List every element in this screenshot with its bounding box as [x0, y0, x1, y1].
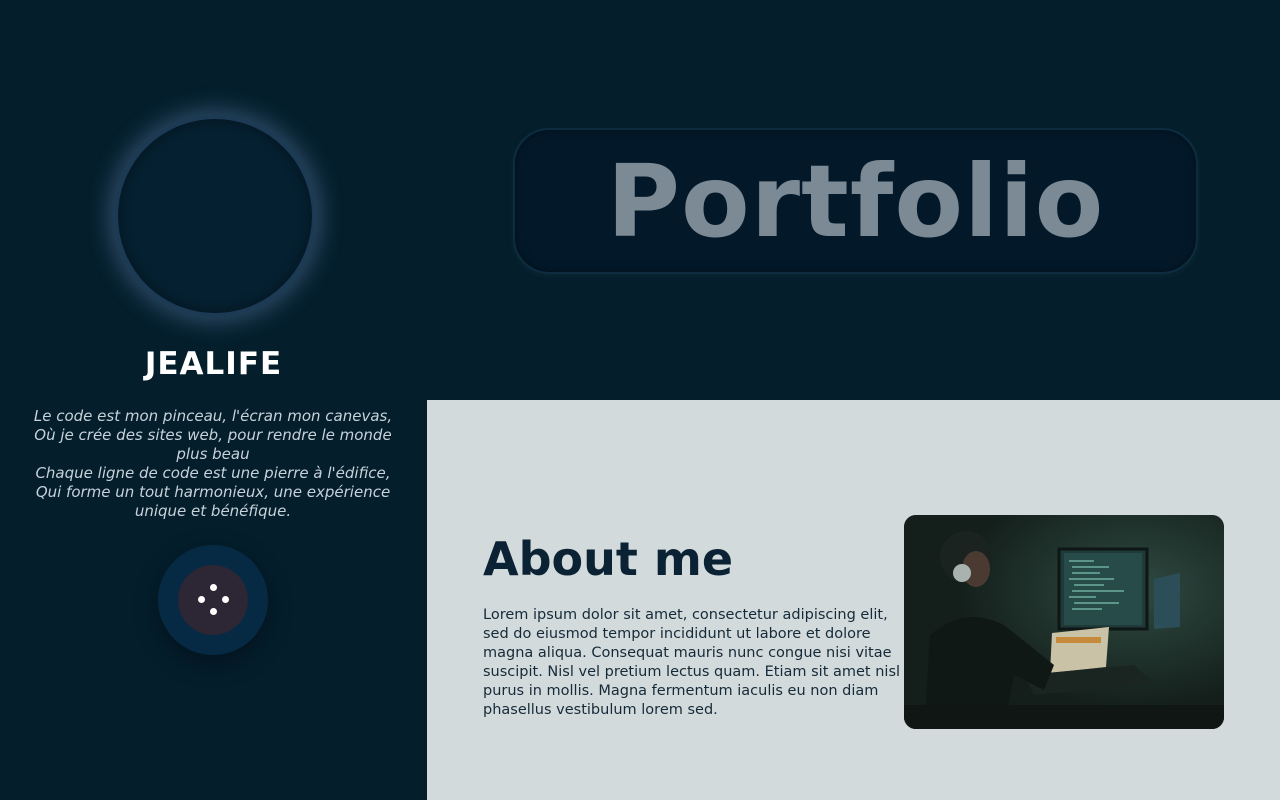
- portfolio-page: JEALIFE Le code est mon pinceau, l'écran…: [0, 0, 1280, 800]
- about-text: Lorem ipsum dolor sit amet, consectetur …: [483, 607, 901, 718]
- about-section: About me Lorem ipsum dolor sit amet, con…: [427, 400, 1280, 800]
- page-title: Portfolio: [606, 143, 1105, 260]
- about-heading: About me: [483, 532, 734, 586]
- avatar: [114, 115, 316, 317]
- title-banner: Portfolio: [513, 128, 1198, 274]
- profile-tagline: Le code est mon pinceau, l'écran mon can…: [28, 407, 398, 521]
- profile-name: JEALIFE: [144, 346, 283, 382]
- dots-icon: [178, 565, 248, 635]
- about-photo: [904, 515, 1224, 729]
- tagline-line: Le code est mon pinceau, l'écran mon can…: [33, 407, 393, 463]
- menu-button[interactable]: [158, 545, 268, 655]
- tagline-line: Chaque ligne de code est une pierre à l'…: [35, 464, 391, 520]
